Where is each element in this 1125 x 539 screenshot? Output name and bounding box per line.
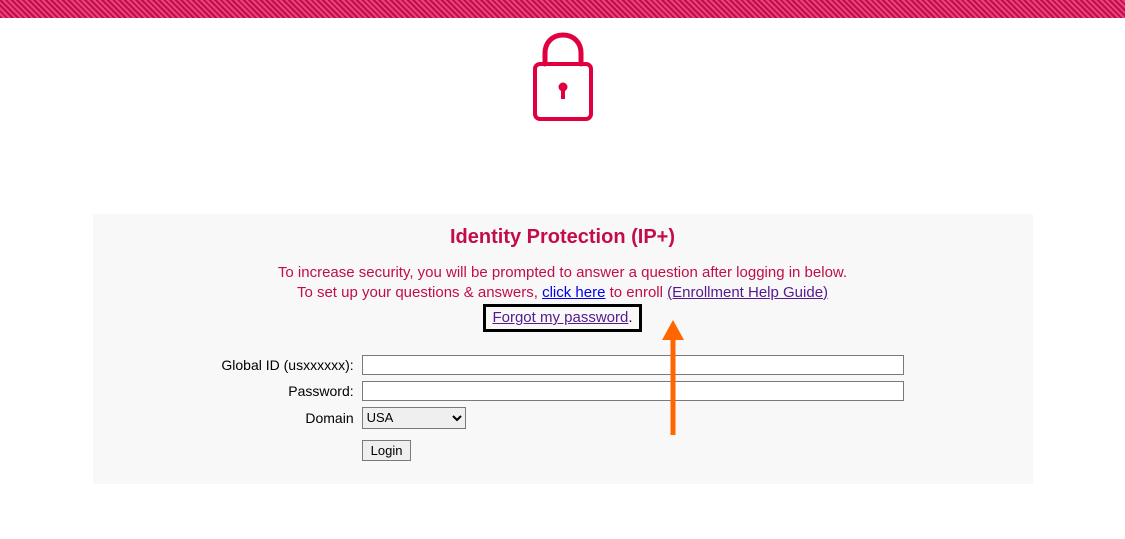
forgot-password-suffix: . xyxy=(628,309,632,326)
instruction-line2-prefix: To set up your questions & answers, xyxy=(297,284,542,301)
top-decorative-stripe xyxy=(0,0,1125,19)
enrollment-help-guide-link[interactable]: (Enrollment Help Guide) xyxy=(667,284,828,301)
page-title: Identity Protection (IP+) xyxy=(113,226,1013,249)
domain-label: Domain xyxy=(217,404,357,432)
click-here-enroll-link[interactable]: click here xyxy=(542,284,605,301)
login-panel: Identity Protection (IP+) To increase se… xyxy=(93,214,1033,484)
domain-select[interactable]: USA xyxy=(362,407,466,429)
global-id-input[interactable] xyxy=(362,355,904,375)
global-id-label: Global ID (usxxxxxx): xyxy=(217,352,357,378)
forgot-password-link[interactable]: Forgot my password xyxy=(492,309,628,326)
login-button[interactable]: Login xyxy=(362,440,412,461)
instruction-text: To increase security, you will be prompt… xyxy=(113,263,1013,332)
forgot-password-highlight-box: Forgot my password. xyxy=(483,304,641,332)
password-label: Password: xyxy=(217,378,357,404)
instruction-line2-mid: to enroll xyxy=(605,284,667,301)
password-input[interactable] xyxy=(362,381,904,401)
lock-icon-container xyxy=(0,19,1125,174)
login-form: Global ID (usxxxxxx): Password: Domain U… xyxy=(217,352,907,464)
instruction-line1: To increase security, you will be prompt… xyxy=(278,264,847,281)
lock-icon xyxy=(528,29,598,124)
